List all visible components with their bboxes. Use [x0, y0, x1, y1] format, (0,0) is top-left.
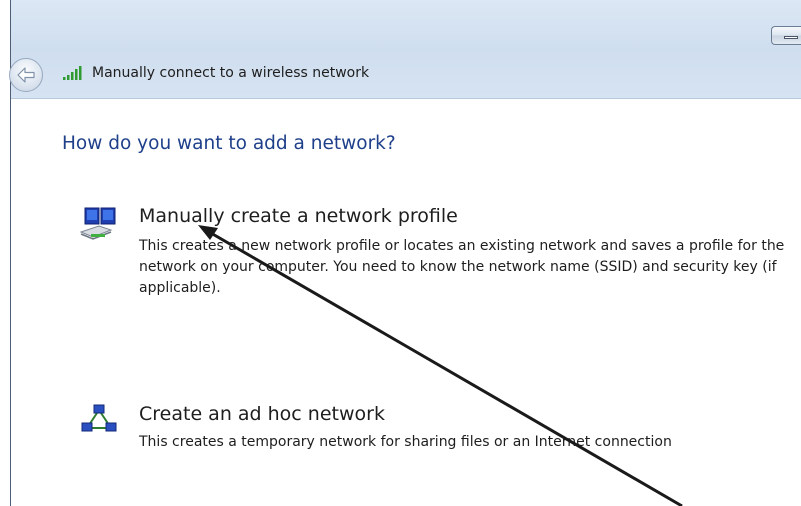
- back-arrow-icon: [17, 67, 35, 83]
- back-button[interactable]: [9, 58, 43, 92]
- minimize-icon: [784, 36, 798, 39]
- option-manual-profile-description: This creates a new network profile or lo…: [139, 238, 785, 296]
- minimize-button[interactable]: [771, 26, 801, 45]
- network-profile-icon: [79, 207, 116, 240]
- wireless-signal-icon: [63, 66, 82, 80]
- option-ad-hoc-title[interactable]: Create an ad hoc network: [139, 403, 385, 425]
- title-bar: Manually connect to a wireless network: [9, 0, 801, 99]
- page-heading: How do you want to add a network?: [62, 133, 396, 154]
- window-title: Manually connect to a wireless network: [92, 65, 370, 81]
- option-manual-profile-title[interactable]: Manually create a network profile: [139, 205, 458, 227]
- wizard-window: Manually connect to a wireless network H…: [9, 0, 801, 506]
- option-ad-hoc-description: This creates a temporary network for sha…: [139, 434, 672, 450]
- ad-hoc-network-icon: [81, 404, 117, 432]
